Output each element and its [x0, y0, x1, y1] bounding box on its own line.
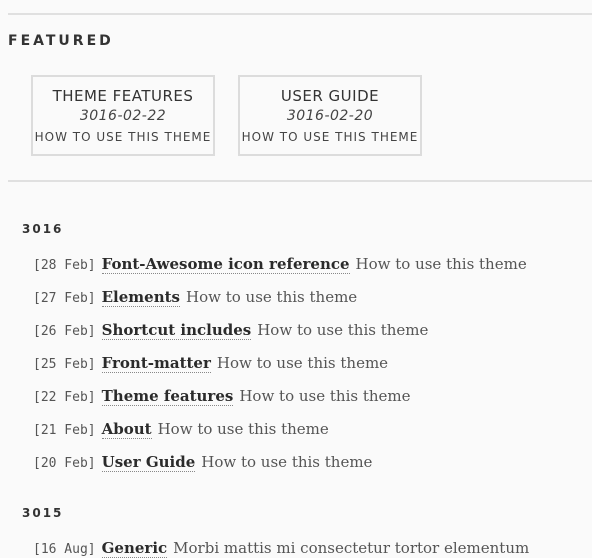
- post-link[interactable]: Font-Awesome icon reference: [101, 255, 350, 274]
- featured-card-desc: HOW TO USE THIS THEME: [34, 130, 212, 144]
- post-date: [20 Feb]: [33, 456, 96, 471]
- post-desc: How to use this theme: [201, 453, 373, 471]
- featured-card-title: USER GUIDE: [280, 87, 380, 105]
- list-item: [26 Feb] Shortcut includes How to use this…: [33, 319, 592, 352]
- featured-card-theme-features[interactable]: THEME FEATURES 3016-02-22 HOW TO USE THI…: [31, 75, 215, 156]
- featured-card-title: THEME FEATURES: [52, 87, 194, 105]
- post-list: [16 Aug] Generic Morbi mattis mi consectet…: [33, 537, 592, 558]
- featured-card-date: 3016-02-22: [79, 108, 167, 124]
- post-date: [27 Feb]: [33, 291, 96, 306]
- post-link[interactable]: Elements: [101, 288, 180, 307]
- list-item: [16 Aug] Generic Morbi mattis mi consectet…: [33, 537, 592, 558]
- featured-card-user-guide[interactable]: USER GUIDE 3016-02-20 HOW TO USE THIS TH…: [238, 75, 422, 156]
- post-link[interactable]: Theme features: [101, 387, 234, 406]
- post-date: [21 Feb]: [33, 423, 96, 438]
- post-desc: How to use this theme: [216, 354, 389, 372]
- post-desc: How to use this theme: [239, 387, 411, 405]
- post-link[interactable]: Shortcut includes: [101, 321, 252, 340]
- post-desc: How to use this theme: [157, 420, 329, 438]
- post-date: [26 Feb]: [33, 324, 96, 339]
- list-item: [28 Feb] Font-Awesome icon reference How t…: [33, 253, 592, 286]
- post-link[interactable]: Generic: [101, 539, 168, 558]
- post-date: [16 Aug]: [33, 542, 96, 557]
- post-date: [22 Feb]: [33, 390, 96, 405]
- archive-year-heading: 3016: [22, 222, 64, 236]
- post-link[interactable]: User Guide: [101, 453, 196, 472]
- archive-year-heading: 3015: [22, 506, 64, 520]
- list-item: [21 Feb] About How to use this theme: [33, 418, 592, 451]
- post-desc: How to use this theme: [355, 255, 527, 273]
- list-item: [25 Feb] Front-matter How to use this them…: [33, 352, 592, 385]
- featured-card-desc: HOW TO USE THIS THEME: [241, 130, 419, 144]
- post-desc: How to use this theme: [186, 288, 358, 306]
- section-divider: [8, 180, 592, 182]
- list-item: [20 Feb] User Guide How to use this theme: [33, 451, 592, 484]
- post-desc: Morbi mattis mi consectetur tortor eleme…: [173, 539, 530, 557]
- featured-card-date: 3016-02-20: [286, 108, 374, 124]
- post-link[interactable]: About: [101, 420, 152, 439]
- featured-heading: FEATURED: [8, 33, 114, 49]
- post-date: [28 Feb]: [33, 258, 96, 273]
- list-item: [27 Feb] Elements How to use this theme: [33, 286, 592, 319]
- post-link[interactable]: Front-matter: [101, 354, 211, 373]
- post-list: [28 Feb] Font-Awesome icon reference How t…: [33, 253, 592, 484]
- list-item: [22 Feb] Theme features How to use this th…: [33, 385, 592, 418]
- post-date: [25 Feb]: [33, 357, 96, 372]
- post-desc: How to use this theme: [257, 321, 429, 339]
- top-divider: [8, 13, 592, 15]
